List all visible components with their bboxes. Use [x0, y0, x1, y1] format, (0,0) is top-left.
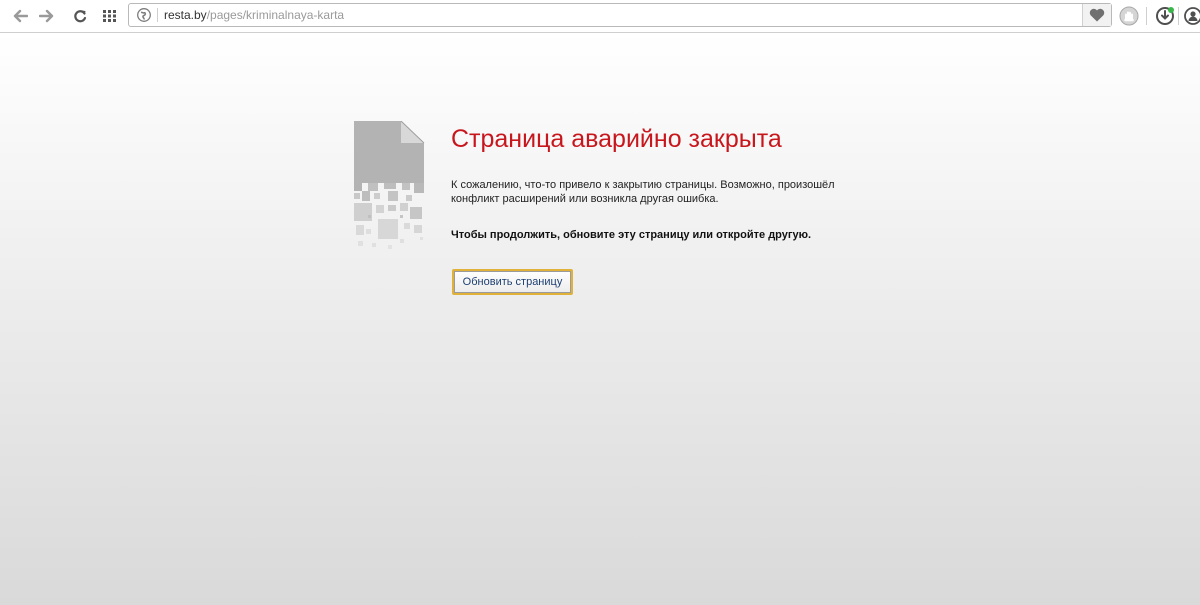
globe-icon[interactable]	[137, 8, 151, 22]
download-button[interactable]	[1155, 6, 1175, 26]
reload-button[interactable]	[70, 6, 90, 26]
toolbar-separator	[1146, 7, 1147, 25]
address-separator	[157, 8, 158, 22]
download-icon	[1156, 7, 1174, 25]
error-instruction: Чтобы продолжить, обновите эту страницу …	[451, 229, 812, 241]
reload-icon	[74, 10, 87, 23]
speed-dial-button[interactable]	[100, 6, 120, 26]
arrow-left-icon	[13, 9, 28, 23]
user-icon	[1184, 7, 1200, 25]
back-button[interactable]	[10, 6, 30, 26]
url-path: /pages/kriminalnaya-karta	[206, 8, 345, 22]
toolbar-separator	[1178, 7, 1179, 25]
heart-icon	[1089, 8, 1105, 22]
url-host: resta.by	[164, 8, 207, 22]
address-bar[interactable]: resta.by/pages/kriminalnaya-karta	[128, 3, 1112, 27]
arrow-right-icon	[39, 9, 54, 23]
account-button[interactable]	[1183, 6, 1200, 26]
page-title: Страница аварийно закрыта	[451, 125, 782, 153]
hand-icon	[1119, 6, 1139, 26]
extension-button-1[interactable]	[1119, 6, 1139, 26]
forward-button[interactable]	[37, 6, 57, 26]
crash-page: Страница аварийно закрыта К сожалению, ч…	[0, 33, 1200, 605]
reload-page-button[interactable]: Обновить страницу	[452, 269, 573, 295]
url-text[interactable]: resta.by/pages/kriminalnaya-karta	[164, 8, 344, 22]
browser-toolbar: resta.by/pages/kriminalnaya-karta	[0, 0, 1200, 33]
broken-document-icon	[354, 121, 425, 249]
grid-icon	[103, 10, 116, 22]
favorite-button[interactable]	[1082, 4, 1111, 26]
error-description: К сожалению, что-то привело к закрытию с…	[451, 179, 835, 205]
